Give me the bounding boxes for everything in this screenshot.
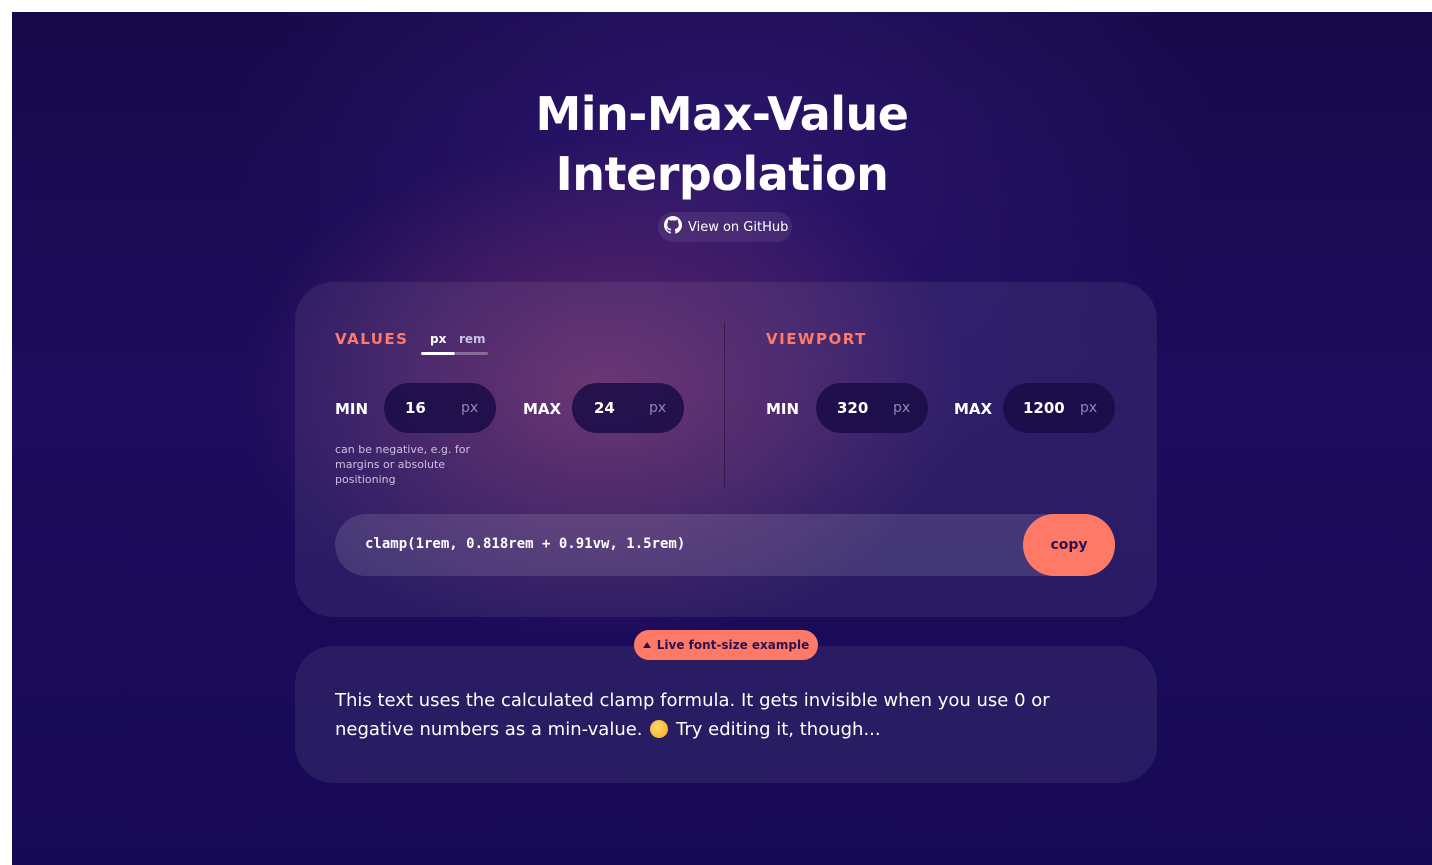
values-hint: can be negative, e.g. for margins or abs… [335, 443, 470, 486]
values-min-label: MIN [335, 400, 369, 418]
example-editable-text[interactable]: This text uses the calculated clamp form… [335, 686, 1125, 744]
viewport-max-label: MAX [954, 400, 993, 418]
viewport-section-label: VIEWPORT [766, 330, 867, 348]
title-line-1: Min-Max-Value [535, 87, 909, 141]
copy-button[interactable]: copy [1023, 514, 1115, 576]
viewport-max-value: 1200 [1023, 399, 1065, 417]
app-page: Min-Max-Value Interpolation View on GitH… [12, 12, 1432, 865]
section-divider [724, 322, 725, 488]
unit-tab-rem[interactable]: rem [459, 332, 486, 346]
live-example-label: Live font-size example [656, 638, 810, 652]
active-unit-indicator [421, 352, 455, 355]
formula-output[interactable]: clamp(1rem, 0.818rem + 0.91vw, 1.5rem) c… [335, 514, 1115, 576]
viewport-max-input[interactable]: 1200 px [1003, 383, 1115, 433]
github-label: View on GitHub [688, 219, 789, 235]
unit-tab-px[interactable]: px [430, 332, 446, 346]
github-icon [664, 216, 682, 238]
values-section-label: VALUES [335, 330, 409, 348]
live-example-toggle[interactable]: Live font-size example [634, 630, 818, 660]
values-min-value: 16 [405, 399, 426, 417]
formula-text: clamp(1rem, 0.818rem + 0.91vw, 1.5rem) [365, 536, 686, 552]
triangle-up-icon [642, 642, 651, 648]
title-line-2: Interpolation [555, 147, 889, 201]
page-title: Min-Max-Value Interpolation [12, 84, 1432, 204]
values-max-input[interactable]: 24 px [572, 383, 684, 433]
values-max-unit: px [649, 400, 667, 416]
settings-card: VALUES px rem MIN 16 px MAX 24 px can be… [295, 282, 1157, 617]
values-max-value: 24 [594, 399, 615, 417]
values-min-unit: px [461, 400, 479, 416]
viewport-min-input[interactable]: 320 px [816, 383, 928, 433]
example-card: This text uses the calculated clamp form… [295, 646, 1157, 783]
values-min-input[interactable]: 16 px [384, 383, 496, 433]
viewport-max-unit: px [1080, 400, 1098, 416]
github-link[interactable]: View on GitHub [658, 212, 792, 242]
viewport-min-unit: px [893, 400, 911, 416]
values-max-label: MAX [523, 400, 562, 418]
example-text-after: Try editing it, though... [676, 719, 881, 740]
viewport-min-value: 320 [837, 399, 869, 417]
viewport-min-label: MIN [766, 400, 800, 418]
unit-track [455, 352, 488, 355]
face-emoji-icon [650, 720, 669, 738]
